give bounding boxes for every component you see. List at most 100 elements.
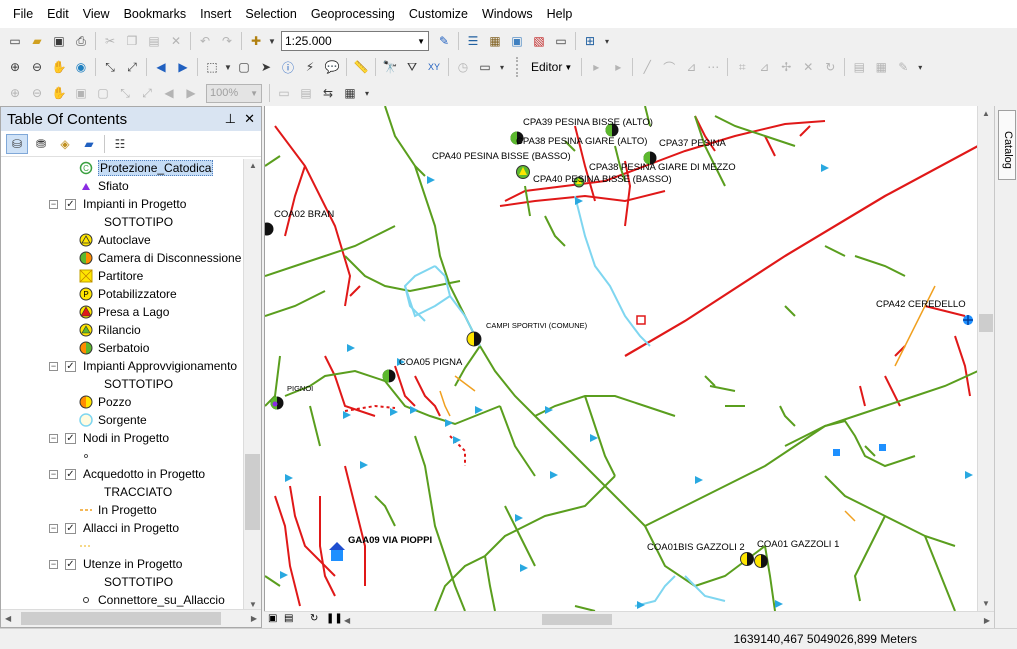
measure-icon[interactable]: 📏 xyxy=(351,57,371,77)
search-window-icon[interactable]: ▣ xyxy=(507,31,527,51)
time-slider-icon[interactable]: ◷ xyxy=(453,57,473,77)
edit-tool-icon[interactable]: ▸ xyxy=(586,57,606,77)
fixed-zoom-out-icon[interactable]: ⤢ xyxy=(122,57,142,77)
legend-item[interactable]: Autoclave xyxy=(79,231,151,249)
layout-pan-icon[interactable]: ✋ xyxy=(49,83,69,103)
layout-fixed-zoom-out-icon[interactable]: ⤢ xyxy=(137,83,157,103)
add-data-dropdown-icon[interactable]: ▼ xyxy=(268,31,276,51)
collapse-icon[interactable]: − xyxy=(49,523,58,533)
toolbar-options-icon[interactable]: ▾ xyxy=(362,83,372,103)
menu-edit[interactable]: Edit xyxy=(40,0,76,28)
menu-customize[interactable]: Customize xyxy=(402,0,475,28)
map-view[interactable]: CPA39 PESINA BISSE (ALTO) CPA38 PESINA G… xyxy=(264,106,977,611)
close-icon[interactable]: ✕ xyxy=(244,111,255,127)
map-scale-select[interactable]: 1:25.000 ▼ xyxy=(281,31,429,51)
layer-visibility-checkbox[interactable]: ✓ xyxy=(65,360,76,372)
layer-visibility-checkbox[interactable]: ✓ xyxy=(65,558,76,570)
scroll-up-icon[interactable]: ▲ xyxy=(249,161,257,170)
legend-item[interactable]: C Protezione_Catodica xyxy=(79,159,214,177)
go-to-xy-icon[interactable]: XY xyxy=(424,57,444,77)
options-icon[interactable]: ☷ xyxy=(109,134,131,154)
map-vertical-scrollbar[interactable]: ▲ ▼ xyxy=(977,106,994,611)
legend-item[interactable]: Pozzo xyxy=(79,393,131,411)
scroll-down-icon[interactable]: ▼ xyxy=(982,599,990,608)
layer-visibility-checkbox[interactable]: ✓ xyxy=(65,468,76,480)
layout-view-icon[interactable]: ▣ xyxy=(268,613,277,624)
scroll-up-icon[interactable]: ▲ xyxy=(982,109,990,118)
endpoint-arc-icon[interactable]: ⌒ xyxy=(659,57,679,77)
python-window-icon[interactable]: ▭ xyxy=(551,31,571,51)
pin-icon[interactable]: ⊥ xyxy=(225,111,236,127)
scroll-right-icon[interactable]: ▶ xyxy=(984,616,990,625)
straight-segment-icon[interactable]: ╱ xyxy=(637,57,657,77)
cut-icon[interactable]: ✂ xyxy=(100,31,120,51)
reshape-icon[interactable]: ⊿ xyxy=(754,57,774,77)
new-document-icon[interactable]: ▭ xyxy=(5,31,25,51)
menu-bookmarks[interactable]: Bookmarks xyxy=(117,0,194,28)
menu-selection[interactable]: Selection xyxy=(238,0,303,28)
add-data-icon[interactable]: ✚ xyxy=(246,31,266,51)
list-by-drawing-order-icon[interactable]: ⛁ xyxy=(6,133,28,154)
menu-file[interactable]: File xyxy=(6,0,40,28)
menu-insert[interactable]: Insert xyxy=(193,0,238,28)
layer-row[interactable]: − ✓ Allacci in Progetto xyxy=(49,519,179,537)
hyperlink-icon[interactable]: ⚡ xyxy=(300,57,320,77)
layer-visibility-checkbox[interactable]: ✓ xyxy=(65,522,76,534)
copy-icon[interactable]: ❐ xyxy=(122,31,142,51)
scroll-thumb[interactable] xyxy=(245,454,260,530)
refresh-icon[interactable]: ↻ xyxy=(310,613,318,624)
split-icon[interactable]: ✢ xyxy=(776,57,796,77)
cut-polygon-icon[interactable]: ✕ xyxy=(798,57,818,77)
attributes-icon[interactable]: ▤ xyxy=(849,57,869,77)
menu-geoprocessing[interactable]: Geoprocessing xyxy=(304,0,402,28)
change-layout-icon[interactable]: ⇆ xyxy=(318,83,338,103)
identify-icon[interactable]: ⓘ xyxy=(278,57,298,77)
forward-extent-icon[interactable]: ▶ xyxy=(173,57,193,77)
legend-item[interactable] xyxy=(79,537,98,555)
trace-icon[interactable]: ⊿ xyxy=(681,57,701,77)
scroll-thumb[interactable] xyxy=(542,614,612,625)
focus-data-frame-icon[interactable]: ▤ xyxy=(296,83,316,103)
editor-toolbar-icon[interactable]: ✎ xyxy=(434,31,454,51)
zoom-whole-page-icon[interactable]: ▣ xyxy=(71,83,91,103)
full-extent-icon[interactable]: ◉ xyxy=(71,57,91,77)
layer-row[interactable]: − ✓ Utenze in Progetto xyxy=(49,555,182,573)
html-popup-icon[interactable]: 💬 xyxy=(322,57,342,77)
pan-icon[interactable]: ✋ xyxy=(49,57,69,77)
map-horizontal-scrollbar[interactable]: ▣ ▤ ↻ ❚❚ ◀ ▶ xyxy=(264,611,994,627)
scroll-thumb[interactable] xyxy=(21,612,221,625)
scroll-right-icon[interactable]: ▶ xyxy=(251,614,257,623)
find-route-icon[interactable]: ⛛ xyxy=(402,57,422,77)
legend-item[interactable] xyxy=(79,447,98,465)
toc-vertical-scrollbar[interactable]: ▲ ▼ xyxy=(243,159,261,611)
scroll-down-icon[interactable]: ▼ xyxy=(249,600,257,609)
scroll-thumb[interactable] xyxy=(979,314,993,332)
legend-item[interactable]: Connettore_su_Allaccio xyxy=(79,591,225,609)
zoom-out-icon[interactable]: ⊖ xyxy=(27,57,47,77)
layout-zoom-select[interactable]: 100% ▼ xyxy=(206,83,262,103)
print-icon[interactable]: ⎙ xyxy=(71,31,91,51)
paste-icon[interactable]: ▤ xyxy=(144,31,164,51)
layout-zoom-in-icon[interactable]: ⊕ xyxy=(5,83,25,103)
create-features-icon[interactable]: ✎ xyxy=(893,57,913,77)
menu-help[interactable]: Help xyxy=(540,0,580,28)
find-icon[interactable]: 🔭 xyxy=(380,57,400,77)
rotate-icon[interactable]: ↻ xyxy=(820,57,840,77)
layer-row[interactable]: − ✓ Acquedotto in Progetto xyxy=(49,465,205,483)
menu-windows[interactable]: Windows xyxy=(475,0,540,28)
legend-item[interactable]: Serbatoio xyxy=(79,339,149,357)
collapse-icon[interactable]: − xyxy=(49,199,58,209)
layer-row[interactable]: − ✓ Impianti Approvvigionamento xyxy=(49,357,237,375)
viewer-window-icon[interactable]: ▭ xyxy=(475,57,495,77)
layer-row[interactable]: − ✓ Nodi in Progetto xyxy=(49,429,169,447)
legend-item[interactable]: Partitore xyxy=(79,267,143,285)
data-view-icon[interactable]: ▤ xyxy=(284,613,293,624)
toolbar-options-icon[interactable]: ▾ xyxy=(602,31,612,51)
table-of-contents-icon[interactable]: ☰ xyxy=(463,31,483,51)
catalog-window-icon[interactable]: ▦ xyxy=(485,31,505,51)
layout-zoom-out-icon[interactable]: ⊖ xyxy=(27,83,47,103)
toolbar-grip[interactable] xyxy=(516,57,522,77)
point-icon[interactable]: ⋯ xyxy=(703,57,723,77)
clear-selection-icon[interactable]: ▢ xyxy=(234,57,254,77)
list-by-source-icon[interactable]: ⛃ xyxy=(30,134,52,154)
